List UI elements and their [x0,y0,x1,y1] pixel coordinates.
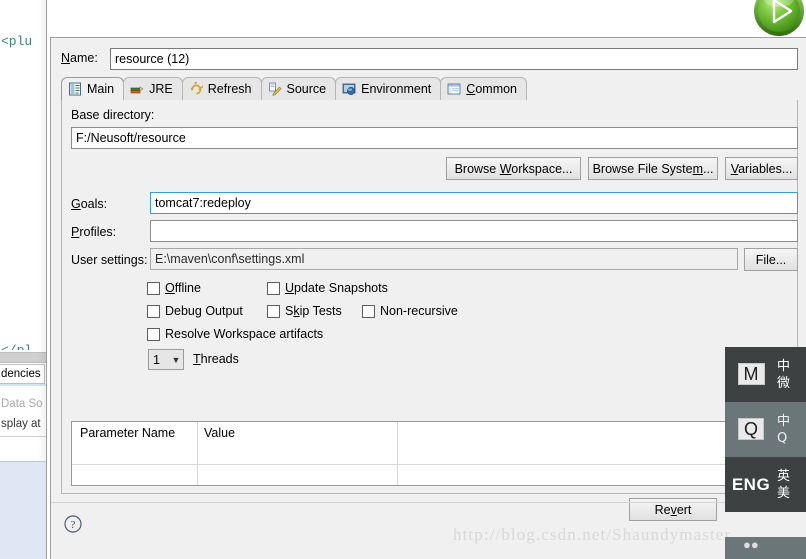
revert-label: Revert [654,502,692,517]
goals-input[interactable] [150,192,798,214]
chevron-down-icon: ▼ [171,354,181,365]
configuration-tabs: Main JRE Refresh Source Environment Comm… [61,77,798,100]
ime-label-english: 英美 [777,468,791,501]
tab-environment-label: Environment [361,82,432,96]
background-selected-region [0,461,47,559]
ime-label-microsoft-pinyin: 中微 [777,358,791,391]
tab-main-label: Main [87,82,115,96]
checkbox-skip-tests[interactable]: Skip Tests [267,304,342,318]
tab-jre[interactable]: JRE [123,77,183,100]
ime-entry-qq-pinyin[interactable]: Q 中Q [725,402,806,457]
checkbox-resolve-workspace-artifacts-label: Resolve Workspace artifacts [165,327,324,341]
tab-common[interactable]: Common [440,77,528,100]
checkbox-box-update-snapshots [267,281,280,295]
checkbox-box-skip-tests [267,304,280,318]
checkbox-update-snapshots[interactable]: Update Snapshots [267,281,388,295]
browse-workspace-label: Browse Workspace... [454,161,573,176]
dialog-shadow [38,0,46,461]
tab-source[interactable]: Source [260,77,337,100]
tab-main[interactable]: Main [61,77,125,100]
file-button[interactable]: File... [744,248,798,271]
base-directory-label: Base directory: [71,108,155,122]
ime-badge-m: M [725,363,777,386]
threads-combo[interactable]: 1 ▼ [148,349,184,370]
ime-entry-english[interactable]: ENG 英美 [725,457,806,512]
refresh-arrows-icon [189,78,205,96]
ime-badge-eng: ENG [731,474,771,494]
name-input[interactable] [110,48,798,70]
main-tab-body: Base directory: Browse Workspace... Brow… [61,100,801,494]
help-question-icon[interactable]: ? [64,515,82,533]
checkbox-resolve-workspace-artifacts[interactable]: Resolve Workspace artifacts [147,327,323,341]
tab-refresh-label: Refresh [207,82,252,96]
ime-entry-microsoft-pinyin[interactable]: M 中微 [725,347,806,402]
checkbox-offline[interactable]: Offline [147,281,201,295]
checkbox-box-offline [147,281,160,295]
row-divider [72,464,800,465]
tab-source-label: Source [286,82,327,96]
name-row: Name: [61,48,798,70]
file-button-label: File... [755,252,787,267]
run-configurations-dialog: Name: Main [50,37,806,559]
ime-partial-glyph: ●● [743,537,759,552]
screen: <plu </pl buil ojec dencies Data So spla… [0,0,806,559]
background-vertical-edge [46,0,47,559]
checkbox-debug-output[interactable]: Debug Output [147,304,243,318]
ime-label-qq-pinyin: 中Q [777,413,791,446]
browse-file-system-button[interactable]: Browse File System... [588,157,718,180]
footer-separator [51,502,806,503]
checkbox-skip-tests-label: Skip Tests [285,304,342,318]
threads-label: Threads [193,352,239,366]
goals-label: Goals: [71,197,108,211]
column-header-parameter-name: Parameter Name [80,426,176,440]
checkbox-offline-label: Offline [165,281,201,295]
variables-button[interactable]: Variables... [725,157,798,180]
tab-jre-label: JRE [149,82,173,96]
tab-environment[interactable]: Environment [335,77,442,100]
ime-entry-partial[interactable]: ●● [725,537,806,559]
name-label: Name: [61,51,98,65]
checkbox-debug-output-label: Debug Output [165,304,243,318]
checkbox-box-debug-output [147,304,160,318]
checkbox-update-snapshots-label: Update Snapshots [285,281,388,295]
variables-label: Variables... [730,161,793,176]
ime-language-switcher[interactable]: M 中微 Q 中Q ENG 英美 ●● [725,347,806,559]
column-divider-1 [197,422,198,485]
environment-monitor-icon [342,82,356,96]
profiles-input[interactable] [150,220,798,242]
user-settings-input[interactable] [150,248,738,270]
browse-file-system-label: Browse File System... [592,161,714,176]
tab-refresh[interactable]: Refresh [181,77,262,100]
parameters-table[interactable]: Parameter Name Value [71,421,801,486]
main-document-icon [68,82,82,96]
tab-common-label: Common [466,82,518,96]
ime-badge-q: Q [725,418,777,441]
browse-workspace-button[interactable]: Browse Workspace... [446,157,581,180]
jre-books-icon [130,82,144,96]
threads-value: 1 [153,352,160,367]
profiles-label: Profiles: [71,225,117,239]
user-settings-label: User settings: [71,253,148,267]
checkbox-box-resolve-workspace-artifacts [147,327,160,341]
source-pencil-icon [268,82,282,96]
checkbox-box-non-recursive [362,304,375,318]
checkbox-non-recursive[interactable]: Non-recursive [362,304,458,318]
green-run-play-icon[interactable] [752,0,806,38]
common-window-icon [447,82,461,96]
column-divider-2 [397,422,398,485]
base-directory-input[interactable] [71,127,798,149]
svg-text:?: ? [71,519,76,531]
checkbox-non-recursive-label: Non-recursive [380,304,458,318]
column-header-value: Value [204,426,236,440]
